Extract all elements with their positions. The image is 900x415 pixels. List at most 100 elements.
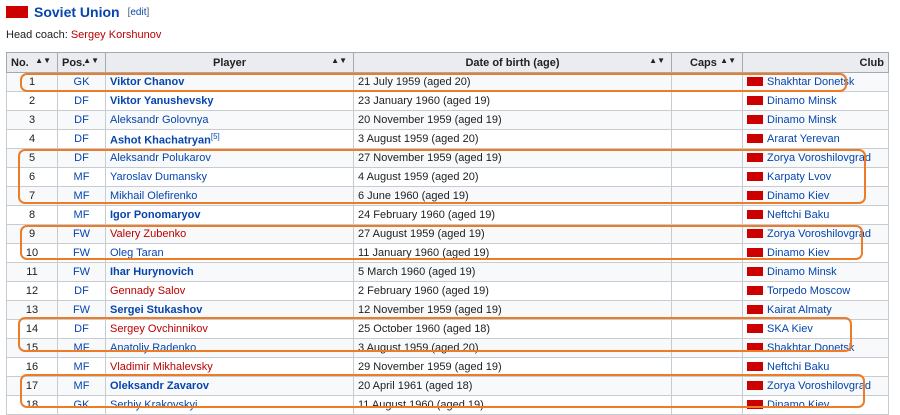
player-name-link[interactable]: Yaroslav Dumansky bbox=[110, 171, 207, 183]
player-club[interactable]: Shakhtar Donetsk bbox=[742, 72, 889, 92]
head-coach-link[interactable]: Sergey Korshunov bbox=[71, 29, 162, 41]
player-position[interactable]: DF bbox=[57, 319, 106, 339]
player-name-cell[interactable]: Igor Ponomaryov bbox=[105, 205, 354, 225]
edit-section-link[interactable]: [edit] bbox=[128, 7, 150, 18]
player-club[interactable]: SKA Kiev bbox=[742, 319, 889, 339]
player-name-link[interactable]: Ihar Hurynovich bbox=[110, 266, 194, 278]
club-link[interactable]: Zorya Voroshilovgrad bbox=[767, 228, 871, 240]
player-name-cell[interactable]: Yaroslav Dumansky bbox=[105, 167, 354, 187]
club-link[interactable]: Dinamo Kiev bbox=[767, 247, 829, 259]
player-club[interactable]: Zorya Voroshilovgrad bbox=[742, 148, 889, 168]
player-club[interactable]: Kairat Almaty bbox=[742, 300, 889, 320]
club-link[interactable]: Zorya Voroshilovgrad bbox=[767, 380, 871, 392]
player-name-link[interactable]: Anatoliy Radenko bbox=[110, 342, 196, 354]
section-title[interactable]: Soviet Union bbox=[34, 4, 120, 20]
player-position[interactable]: FW bbox=[57, 262, 106, 282]
player-name-link[interactable]: Aleksandr Polukarov bbox=[110, 152, 211, 164]
player-name-link[interactable]: Aleksandr Golovnya bbox=[110, 114, 208, 126]
player-name-cell[interactable]: Aleksandr Polukarov bbox=[105, 148, 354, 168]
player-name-link[interactable]: Sergey Ovchinnikov bbox=[110, 323, 208, 335]
sort-icon[interactable]: ▲▼ bbox=[331, 56, 347, 65]
column-header-pos[interactable]: Pos. ▲▼ bbox=[57, 52, 106, 73]
club-link[interactable]: SKA Kiev bbox=[767, 323, 813, 335]
club-link[interactable]: Dinamo Kiev bbox=[767, 399, 829, 411]
player-club[interactable]: Karpaty Lvov bbox=[742, 167, 889, 187]
club-link[interactable]: Neftchi Baku bbox=[767, 209, 829, 221]
player-name-link[interactable]: Oleksandr Zavarov bbox=[110, 380, 209, 392]
sort-icon[interactable]: ▲▼ bbox=[83, 56, 99, 65]
sort-icon[interactable]: ▲▼ bbox=[649, 56, 665, 65]
club-link[interactable]: Shakhtar Donetsk bbox=[767, 76, 854, 88]
player-name-link[interactable]: Serhiy Krakovskyi bbox=[110, 399, 197, 411]
club-link[interactable]: Zorya Voroshilovgrad bbox=[767, 152, 871, 164]
player-club[interactable]: Dinamo Minsk bbox=[742, 262, 889, 282]
player-name-cell[interactable]: Valery Zubenko bbox=[105, 224, 354, 244]
player-position[interactable]: DF bbox=[57, 148, 106, 168]
player-position[interactable]: DF bbox=[57, 281, 106, 301]
player-name-link[interactable]: Mikhail Olefirenko bbox=[110, 190, 197, 202]
club-link[interactable]: Dinamo Minsk bbox=[767, 95, 837, 107]
player-position[interactable]: GK bbox=[57, 72, 106, 92]
player-name-cell[interactable]: Ihar Hurynovich bbox=[105, 262, 354, 282]
player-position[interactable]: MF bbox=[57, 186, 106, 206]
player-name-cell[interactable]: Oleksandr Zavarov bbox=[105, 376, 354, 396]
player-name-cell[interactable]: Viktor Chanov bbox=[105, 72, 354, 92]
player-position[interactable]: DF bbox=[57, 129, 106, 149]
player-name-cell[interactable]: Aleksandr Golovnya bbox=[105, 110, 354, 130]
player-club[interactable]: Shakhtar Donetsk bbox=[742, 338, 889, 358]
player-name-cell[interactable]: Ashot Khachatryan[5] bbox=[105, 129, 354, 149]
player-club[interactable]: Zorya Voroshilovgrad bbox=[742, 224, 889, 244]
player-position[interactable]: GK bbox=[57, 395, 106, 415]
player-name-cell[interactable]: Serhiy Krakovskyi bbox=[105, 395, 354, 415]
player-club[interactable]: Torpedo Moscow bbox=[742, 281, 889, 301]
player-club[interactable]: Dinamo Kiev bbox=[742, 186, 889, 206]
player-position[interactable]: FW bbox=[57, 300, 106, 320]
column-header-dob[interactable]: Date of birth (age) ▲▼ bbox=[353, 52, 672, 73]
player-name-link[interactable]: Gennady Salov bbox=[110, 285, 185, 297]
player-name-cell[interactable]: Oleg Taran bbox=[105, 243, 354, 263]
sort-icon[interactable]: ▲▼ bbox=[720, 56, 736, 65]
club-link[interactable]: Shakhtar Donetsk bbox=[767, 342, 854, 354]
player-name-cell[interactable]: Vladimir Mikhalevsky bbox=[105, 357, 354, 377]
club-link[interactable]: Karpaty Lvov bbox=[767, 171, 831, 183]
player-position[interactable]: FW bbox=[57, 243, 106, 263]
club-link[interactable]: Torpedo Moscow bbox=[767, 285, 850, 297]
player-name-cell[interactable]: Mikhail Olefirenko bbox=[105, 186, 354, 206]
player-position[interactable]: MF bbox=[57, 376, 106, 396]
edit-link-label[interactable]: edit bbox=[130, 7, 146, 18]
player-name-cell[interactable]: Anatoliy Radenko bbox=[105, 338, 354, 358]
reference-link[interactable]: [5] bbox=[211, 132, 220, 141]
club-link[interactable]: Kairat Almaty bbox=[767, 304, 832, 316]
player-position[interactable]: MF bbox=[57, 338, 106, 358]
club-link[interactable]: Dinamo Minsk bbox=[767, 266, 837, 278]
player-name-cell[interactable]: Sergei Stukashov bbox=[105, 300, 354, 320]
player-name-link[interactable]: Valery Zubenko bbox=[110, 228, 186, 240]
player-club[interactable]: Zorya Voroshilovgrad bbox=[742, 376, 889, 396]
player-name-cell[interactable]: Gennady Salov bbox=[105, 281, 354, 301]
player-position[interactable]: FW bbox=[57, 224, 106, 244]
player-name-link[interactable]: Igor Ponomaryov bbox=[110, 209, 200, 221]
player-club[interactable]: Dinamo Minsk bbox=[742, 110, 889, 130]
sort-icon[interactable]: ▲▼ bbox=[35, 56, 51, 65]
player-name-cell[interactable]: Viktor Yanushevsky bbox=[105, 91, 354, 111]
player-club[interactable]: Dinamo Minsk bbox=[742, 91, 889, 111]
column-header-no[interactable]: No. ▲▼ bbox=[6, 52, 58, 73]
player-position[interactable]: MF bbox=[57, 167, 106, 187]
player-position[interactable]: MF bbox=[57, 205, 106, 225]
player-name-cell[interactable]: Sergey Ovchinnikov bbox=[105, 319, 354, 339]
player-name-link[interactable]: Viktor Chanov bbox=[110, 76, 184, 88]
player-name-link[interactable]: Viktor Yanushevsky bbox=[110, 95, 214, 107]
player-club[interactable]: Dinamo Kiev bbox=[742, 243, 889, 263]
player-name-link[interactable]: Sergei Stukashov bbox=[110, 304, 202, 316]
player-name-link[interactable]: Oleg Taran bbox=[110, 247, 164, 259]
column-header-caps[interactable]: Caps ▲▼ bbox=[671, 52, 743, 73]
player-club[interactable]: Dinamo Kiev bbox=[742, 395, 889, 415]
player-name-link[interactable]: Ashot Khachatryan bbox=[110, 134, 211, 146]
column-header-player[interactable]: Player ▲▼ bbox=[105, 52, 354, 73]
player-position[interactable]: DF bbox=[57, 91, 106, 111]
player-club[interactable]: Neftchi Baku bbox=[742, 205, 889, 225]
club-link[interactable]: Neftchi Baku bbox=[767, 361, 829, 373]
player-position[interactable]: DF bbox=[57, 110, 106, 130]
club-link[interactable]: Dinamo Minsk bbox=[767, 114, 837, 126]
player-club[interactable]: Ararat Yerevan bbox=[742, 129, 889, 149]
